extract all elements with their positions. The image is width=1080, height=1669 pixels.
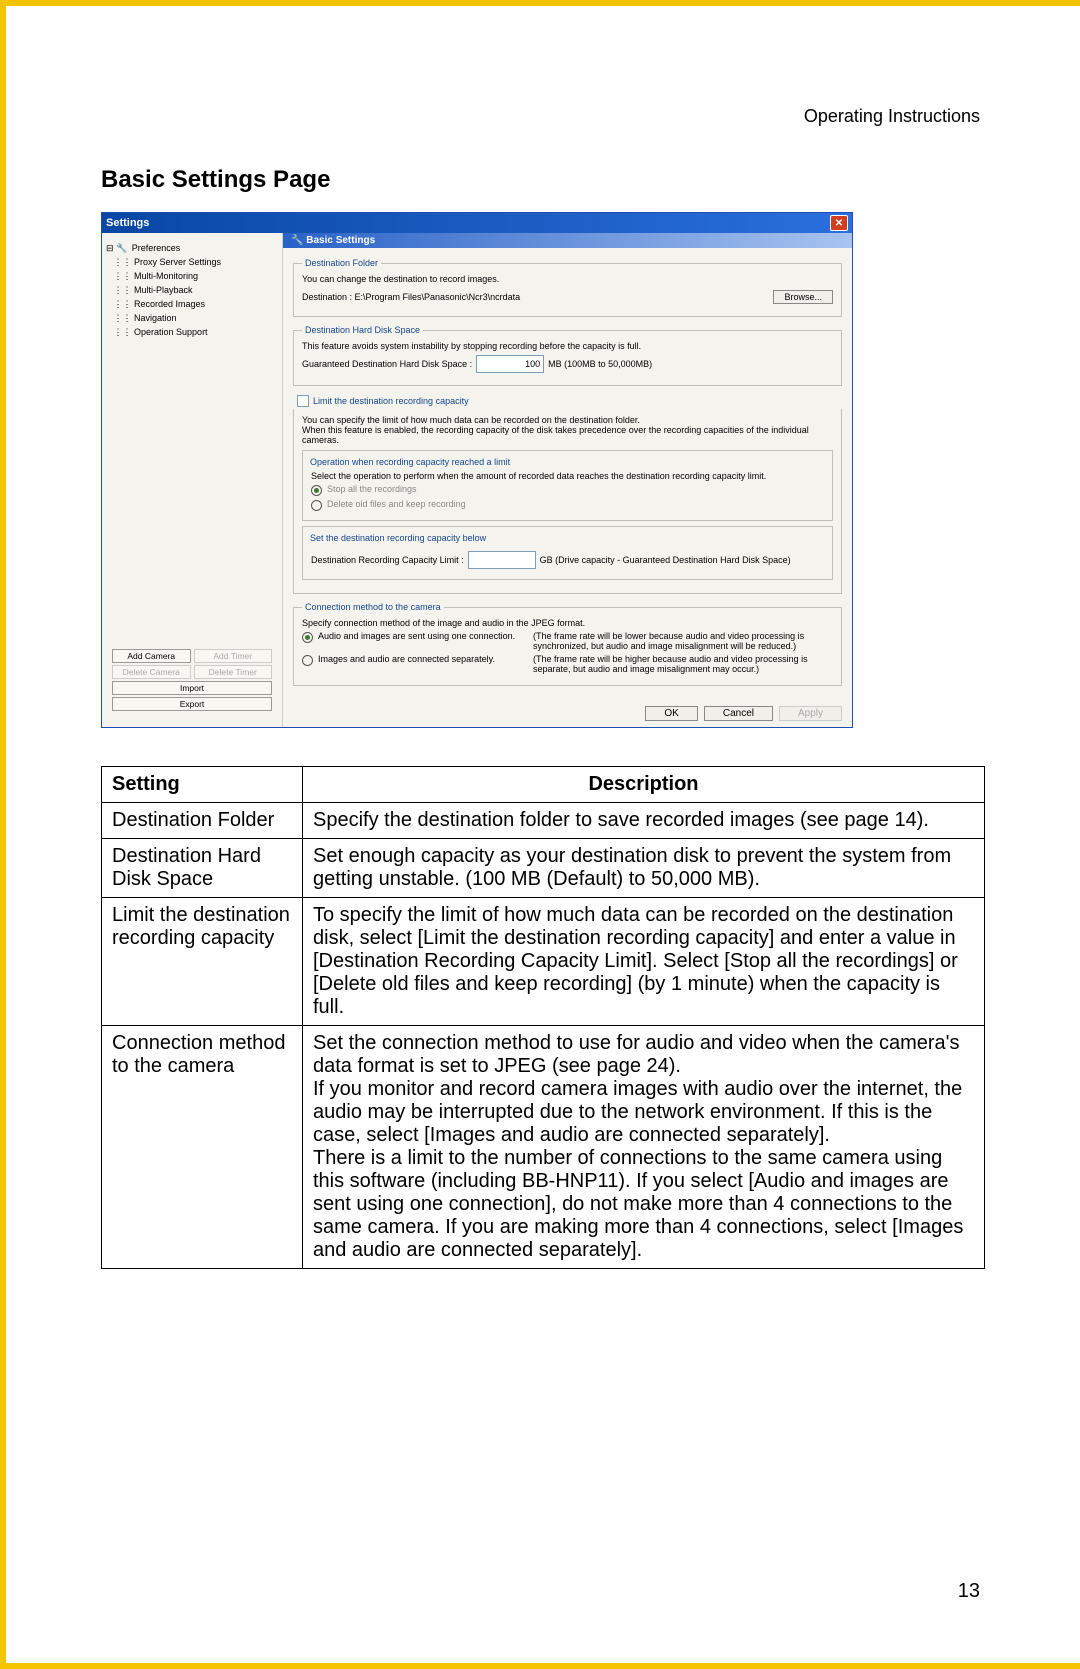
section-title: Basic Settings Page [101,166,985,194]
label: Guaranteed Destination Hard Disk Space : [302,359,472,369]
tree-item[interactable]: Proxy Server Settings [134,257,221,267]
content-header-label: Basic Settings [306,235,375,246]
stop-recordings-radio[interactable] [311,485,322,496]
destination-path: Destination : E:\Program Files\Panasonic… [302,292,520,302]
cancel-button[interactable]: Cancel [704,706,773,721]
table-row: Connection method to the camera Set the … [102,1026,985,1269]
cell-desc: To specify the limit of how much data ca… [303,898,985,1026]
tree-item[interactable]: Navigation [134,313,177,323]
operation-group: Operation when recording capacity reache… [302,450,833,521]
doc-header: Operating Instructions [804,106,980,127]
group-legend: Destination Hard Disk Space [302,325,423,335]
tree-item[interactable]: Multi-Playback [134,285,193,295]
cell-desc: Set the connection method to use for aud… [303,1026,985,1269]
connection-group: Connection method to the camera Specify … [293,602,842,686]
import-button[interactable]: Import [112,681,272,695]
capacity-input[interactable] [468,551,536,569]
ok-button[interactable]: OK [645,706,697,721]
titlebar: Settings ✕ [102,213,852,233]
add-timer-button: Add Timer [194,649,273,663]
tree-item[interactable]: Multi-Monitoring [134,271,198,281]
cell-setting: Destination Folder [102,803,303,839]
text: This feature avoids system instability b… [302,341,833,351]
page-number: 13 [958,1580,980,1603]
radio-label: Images and audio are connected separatel… [318,654,528,664]
table-header-setting: Setting [102,767,303,803]
export-button[interactable]: Export [112,697,272,711]
delete-timer-button: Delete Timer [194,665,273,679]
cell-setting: Destination Hard Disk Space [102,839,303,898]
table-row: Destination Hard Disk Space Set enough c… [102,839,985,898]
limit-checkbox[interactable] [297,395,309,407]
browse-button[interactable]: Browse... [773,290,833,304]
hd-space-group: Destination Hard Disk Space This feature… [293,325,842,386]
tree-root[interactable]: Preferences [130,241,183,255]
one-connection-radio[interactable] [302,632,313,643]
radio-label: Audio and images are sent using one conn… [318,631,528,641]
delete-camera-button: Delete Camera [112,665,191,679]
tree-pane: ⊟ 🔧 Preferences ⋮⋮ Proxy Server Settings… [102,233,283,727]
unit: GB (Drive capacity - Guaranteed Destinat… [540,555,791,565]
hd-space-input[interactable] [476,355,544,373]
radio-label: Delete old files and keep recording [327,499,466,509]
tree[interactable]: ⊟ 🔧 Preferences ⋮⋮ Proxy Server Settings… [106,241,278,339]
limit-legend: Limit the destination recording capacity [313,396,469,406]
label: Destination Recording Capacity Limit : [311,555,464,565]
text: Specify connection method of the image a… [302,618,833,628]
tree-item[interactable]: Recorded Images [134,299,205,309]
close-icon[interactable]: ✕ [830,215,848,231]
unit: MB (100MB to 50,000MB) [548,359,652,369]
capacity-group: Set the destination recording capacity b… [302,526,833,580]
group-legend: Connection method to the camera [302,602,444,612]
settings-window: Settings ✕ ⊟ 🔧 Preferences ⋮⋮ Proxy Serv… [101,212,853,728]
table-row: Limit the destination recording capacity… [102,898,985,1026]
radio-note: (The frame rate will be lower because au… [533,631,833,651]
radio-label: Stop all the recordings [327,484,417,494]
text: Select the operation to perform when the… [311,471,824,481]
settings-description-table: Setting Description Destination Folder S… [101,766,985,1269]
tree-item[interactable]: Operation Support [134,327,208,337]
cell-desc: Specify the destination folder to save r… [303,803,985,839]
cell-desc: Set enough capacity as your destination … [303,839,985,898]
dialog-footer: OK Cancel Apply [283,700,852,727]
apply-button: Apply [779,706,842,721]
window-title: Settings [106,217,149,229]
cell-setting: Limit the destination recording capacity [102,898,303,1026]
group-legend: Operation when recording capacity reache… [307,457,513,467]
text: You can change the destination to record… [302,274,833,284]
table-header-description: Description [303,767,985,803]
group-legend: Destination Folder [302,258,381,268]
delete-old-radio[interactable] [311,500,322,511]
limit-desc: You can specify the limit of how much da… [302,415,833,445]
radio-note: (The frame rate will be higher because a… [533,654,833,674]
content-header: 🔧 Basic Settings [283,233,852,248]
add-camera-button[interactable]: Add Camera [112,649,191,663]
cell-setting: Connection method to the camera [102,1026,303,1269]
group-legend: Set the destination recording capacity b… [307,533,489,543]
destination-folder-group: Destination Folder You can change the de… [293,258,842,317]
separate-connection-radio[interactable] [302,655,313,666]
table-row: Destination Folder Specify the destinati… [102,803,985,839]
